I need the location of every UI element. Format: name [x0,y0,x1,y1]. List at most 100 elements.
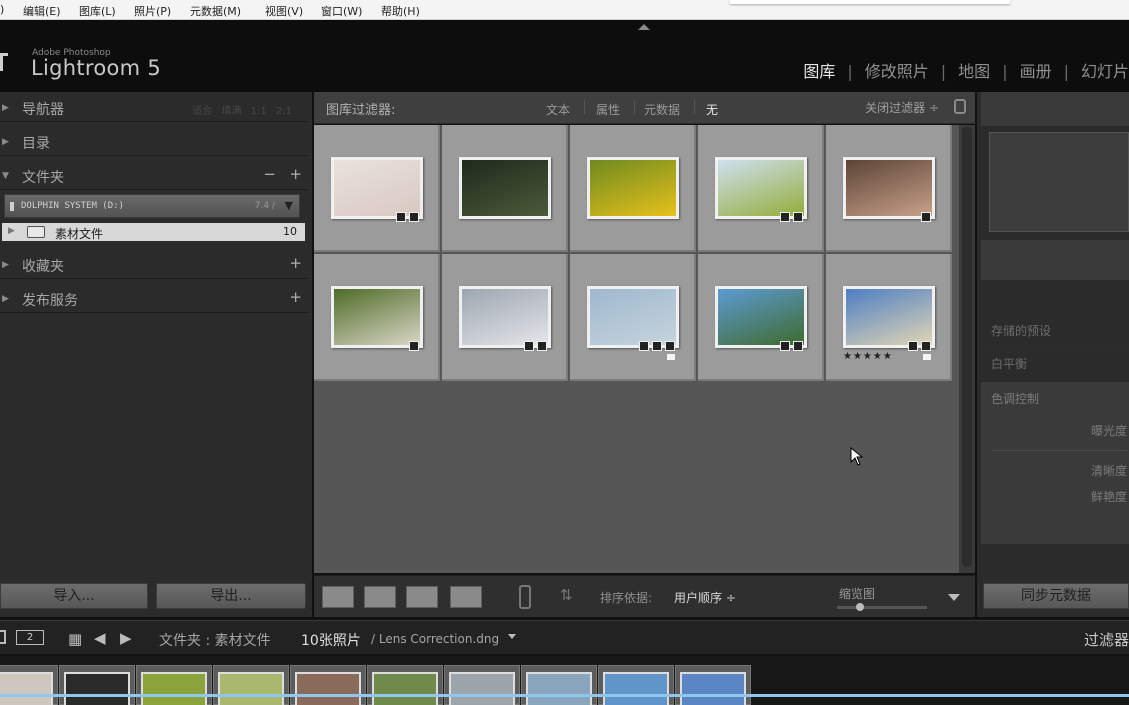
thumbnail-badges[interactable] [636,336,675,351]
badge-icon[interactable] [780,212,790,222]
module-library[interactable]: 图库 [803,62,835,81]
filmstrip-thumbnail[interactable] [598,665,674,705]
filmstrip-photo[interactable] [449,672,515,705]
filmstrip-photo[interactable] [526,672,592,705]
filmstrip-photo[interactable] [64,672,130,705]
survey-view-icon[interactable] [450,586,482,608]
badge-icon[interactable] [793,212,803,222]
filmstrip-thumbnail[interactable] [290,665,366,705]
publish-services-header[interactable]: ▶ 发布服务 + [0,285,308,313]
badge-icon[interactable] [921,212,931,222]
compare-view-icon[interactable] [406,586,438,608]
sort-direction-icon[interactable]: ⇅ [560,586,573,604]
badge-icon[interactable] [537,341,547,351]
filmstrip-photo[interactable] [680,672,746,705]
filter-metadata[interactable]: 元数据 [644,101,680,118]
sync-metadata-button[interactable]: 同步元数据 [983,583,1129,609]
grid-cell[interactable]: ★★★★★ [826,254,952,381]
module-map[interactable]: 地图 [958,62,990,81]
grid-view-icon[interactable] [322,586,354,608]
saved-preset-row[interactable]: 存储的预设 [981,314,1129,346]
thumbnail-badges[interactable] [777,207,803,222]
badge-icon[interactable] [780,341,790,351]
close-filter-dropdown[interactable]: 关闭过滤器 ÷ [865,99,939,116]
badge-icon[interactable] [665,341,675,351]
back-arrow-icon[interactable]: ◀ [94,629,106,647]
badge-icon[interactable] [396,212,406,222]
badge-icon[interactable] [409,341,419,351]
menu-item-window[interactable]: 窗口(W) [321,3,362,19]
unsaved-metadata-icon[interactable] [667,354,675,360]
filmstrip-thumbnail[interactable] [367,665,443,705]
thumbnail-badges[interactable] [406,336,419,351]
grid-cell[interactable] [698,254,824,381]
filmstrip-thumbnail[interactable] [213,665,289,705]
white-balance-row[interactable]: 白平衡 [981,347,1129,379]
loupe-view-icon[interactable] [364,586,396,608]
grid-cell[interactable] [826,125,952,252]
catalog-header[interactable]: ▶ 目录 [0,128,308,156]
grid-cell[interactable] [314,125,440,252]
filter-attribute[interactable]: 属性 [596,101,620,118]
grid-cell[interactable] [570,254,696,381]
navigator-header[interactable]: ▶ 导航器 适合 填满 1:1 2:1 [0,94,308,122]
sort-order-dropdown[interactable]: 用户顺序 ÷ [674,589,736,606]
filter-none[interactable]: 无 [706,101,718,118]
filter-text[interactable]: 文本 [546,101,570,118]
menu-item-view[interactable]: 视图(V) [265,3,303,19]
source-dropdown-icon[interactable] [508,634,516,639]
star-rating[interactable]: ★★★★★ [843,351,893,362]
filmstrip-thumbnail[interactable] [444,665,520,705]
import-button[interactable]: 导入... [0,583,148,609]
grid-cell[interactable] [698,125,824,252]
grid-cell[interactable] [442,254,568,381]
thumbnail-badges[interactable] [521,336,547,351]
filmstrip-photo[interactable] [372,672,438,705]
filmstrip-photo[interactable] [603,672,669,705]
badge-icon[interactable] [921,341,931,351]
menu-item-file[interactable]: ) [0,3,4,16]
badge-icon[interactable] [652,341,662,351]
grid-cell[interactable] [442,125,568,252]
grid-cell[interactable] [314,254,440,381]
filmstrip-filter-label[interactable]: 过滤器 [1084,629,1129,650]
badge-icon[interactable] [639,341,649,351]
folder-expand-icon[interactable]: ▶ [8,226,15,236]
expand-triangle-icon[interactable]: ▶ [2,294,9,304]
volume-collapse-icon[interactable]: ▼ [285,199,293,212]
second-window-icon[interactable]: 2 [16,630,44,645]
add-collection-button[interactable]: + [289,254,302,272]
menu-item-edit[interactable]: 编辑(E) [23,3,61,19]
add-publish-service-button[interactable]: + [289,288,302,306]
toolbar-options-chevron-icon[interactable] [948,594,960,601]
collapse-top-panel-icon[interactable] [638,24,650,30]
module-develop[interactable]: 修改照片 [865,62,929,81]
lock-icon[interactable] [954,99,966,114]
filmstrip-thumbnail[interactable] [136,665,212,705]
filmstrip-thumbnail[interactable] [59,665,135,705]
collapse-triangle-icon[interactable]: ▼ [2,171,9,181]
remove-folder-button[interactable]: − [263,165,276,183]
thumbnail-badges[interactable] [393,207,419,222]
badge-icon[interactable] [793,341,803,351]
main-window-icon[interactable] [0,630,6,644]
photo-thumbnail[interactable] [587,157,679,219]
thumbnail-badges[interactable] [918,207,931,222]
filmstrip-thumbnail[interactable] [0,665,58,705]
grid-scrollbar[interactable] [959,125,975,573]
badge-icon[interactable] [409,212,419,222]
filmstrip-photo[interactable] [141,672,207,705]
grid-cell[interactable] [570,125,696,252]
grid-view-shortcut-icon[interactable]: ▦ [68,630,82,648]
filmstrip-photo[interactable] [0,672,53,705]
badge-icon[interactable] [908,341,918,351]
thumbnail-size-slider[interactable] [837,603,927,611]
photo-thumbnail[interactable] [459,157,551,219]
unsaved-metadata-icon[interactable] [923,354,931,360]
expand-triangle-icon[interactable]: ▶ [2,260,9,270]
folders-header[interactable]: ▼ 文件夹 − + [0,162,308,190]
menu-item-library[interactable]: 图库(L) [79,3,116,19]
thumbnail-badges[interactable] [905,336,931,351]
filmstrip-thumbnail[interactable] [675,665,751,705]
filmstrip-source-path[interactable]: 文件夹 : 素材文件 [159,630,271,650]
